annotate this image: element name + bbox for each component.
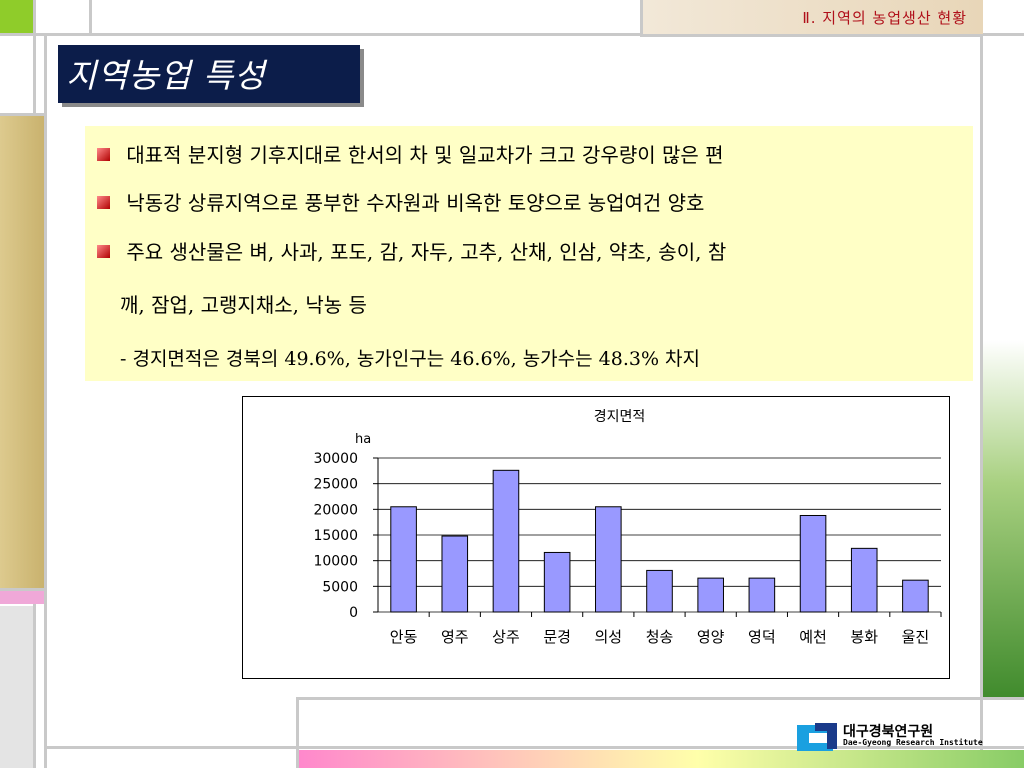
x-tick-label: 봉화 bbox=[850, 628, 878, 646]
right-green-stripe bbox=[983, 340, 1024, 700]
bar-문경 bbox=[543, 551, 571, 613]
x-tick-label: 영양 bbox=[697, 628, 725, 646]
logo-mark-icon bbox=[797, 723, 837, 751]
y-tick-label: 10000 bbox=[313, 554, 358, 570]
slide-title: 지역농업 특성 bbox=[66, 56, 266, 95]
bar-영양 bbox=[697, 577, 724, 613]
x-tick-label: 문경 bbox=[543, 628, 571, 646]
x-tick-label: 영덕 bbox=[748, 628, 776, 646]
frame-line-bottom-mid bbox=[296, 697, 1024, 700]
left-tan-stripe bbox=[0, 116, 44, 588]
section-title: Ⅱ. 지역의 농업생산 현황 bbox=[802, 9, 967, 27]
x-tick-label: 예천 bbox=[799, 628, 827, 646]
bullet-continuation: 깨, 잠업, 고랭지채소, 낙농 등 bbox=[120, 293, 367, 317]
bar-안동 bbox=[390, 506, 417, 613]
x-tick-label: 안동 bbox=[390, 628, 418, 646]
bullet-square-icon bbox=[97, 196, 110, 209]
corner-green-block bbox=[0, 0, 33, 33]
frame-line-top-left bbox=[89, 0, 92, 36]
bar-청송 bbox=[646, 569, 673, 613]
bullet-item: 주요 생산물은 벼, 사과, 포도, 감, 자두, 고추, 산채, 인삼, 약초… bbox=[97, 236, 726, 265]
bar-울진 bbox=[902, 579, 929, 613]
slide-title-box: 지역농업 특성 bbox=[58, 45, 360, 103]
frame-line-left-mid bbox=[0, 113, 47, 116]
bar-chart: 경지면적 ha 30000 25000 20000 15000 10000 5000 0 안동 영주… bbox=[313, 409, 942, 646]
bar-상주 bbox=[492, 469, 520, 613]
x-tick-label: 의성 bbox=[595, 628, 623, 646]
bullet-text: 대표적 분지형 기후지대로 한서의 차 및 일교차가 크고 강우량이 많은 편 bbox=[126, 143, 724, 167]
x-tick-label: 상주 bbox=[492, 628, 520, 646]
bullet-panel: 대표적 분지형 기후지대로 한서의 차 및 일교차가 크고 강우량이 많은 편 … bbox=[85, 126, 973, 381]
y-tick-label: 5000 bbox=[322, 579, 358, 595]
y-tick-label: 25000 bbox=[313, 477, 358, 493]
bar-영덕 bbox=[748, 577, 776, 613]
logo-english-text: Dae-Gyeong Research Institute bbox=[843, 738, 983, 747]
bar-봉화 bbox=[850, 547, 878, 613]
x-tick-label: 울진 bbox=[902, 628, 930, 646]
y-axis-label: ha bbox=[355, 432, 371, 447]
y-tick-label: 30000 bbox=[313, 451, 358, 467]
bullet-item: 대표적 분지형 기후지대로 한서의 차 및 일교차가 크고 강우량이 많은 편 bbox=[97, 139, 724, 168]
sub-note: - 경지면적은 경북의 49.6%, 농가인구는 46.6%, 농가수는 48.… bbox=[120, 348, 701, 370]
institute-logo: 대구경북연구원 Dae-Gyeong Research Institute bbox=[793, 721, 983, 753]
left-pink-stripe bbox=[0, 590, 44, 604]
y-tick-label: 0 bbox=[349, 605, 358, 621]
left-gray-block bbox=[0, 606, 33, 768]
bullet-item: 낙동강 상류지역으로 풍부한 수자원과 비옥한 토양으로 농업여건 양호 bbox=[97, 187, 704, 216]
bar-의성 bbox=[595, 506, 622, 613]
x-tick-label: 청송 bbox=[646, 628, 674, 646]
bullet-text: 주요 생산물은 벼, 사과, 포도, 감, 자두, 고추, 산채, 인삼, 약초… bbox=[126, 240, 727, 264]
bullet-square-icon bbox=[97, 245, 110, 258]
bullet-text: 낙동강 상류지역으로 풍부한 수자원과 비옥한 토양으로 농업여건 양호 bbox=[126, 191, 705, 215]
frame-line-left-inner bbox=[44, 33, 47, 768]
bar-예천 bbox=[799, 514, 827, 613]
y-tick-label: 20000 bbox=[313, 502, 358, 518]
section-header: Ⅱ. 지역의 농업생산 현황 bbox=[640, 0, 983, 37]
chart-title: 경지면적 bbox=[594, 409, 646, 425]
bar-영주 bbox=[441, 535, 469, 613]
chart-frame: 경지면적 ha 30000 25000 20000 15000 10000 5000 0 안동 영주… bbox=[242, 396, 950, 679]
bullet-square-icon bbox=[97, 148, 110, 161]
y-tick-label: 15000 bbox=[313, 528, 358, 544]
x-tick-label: 영주 bbox=[441, 628, 469, 646]
frame-line-left-low bbox=[0, 588, 47, 591]
